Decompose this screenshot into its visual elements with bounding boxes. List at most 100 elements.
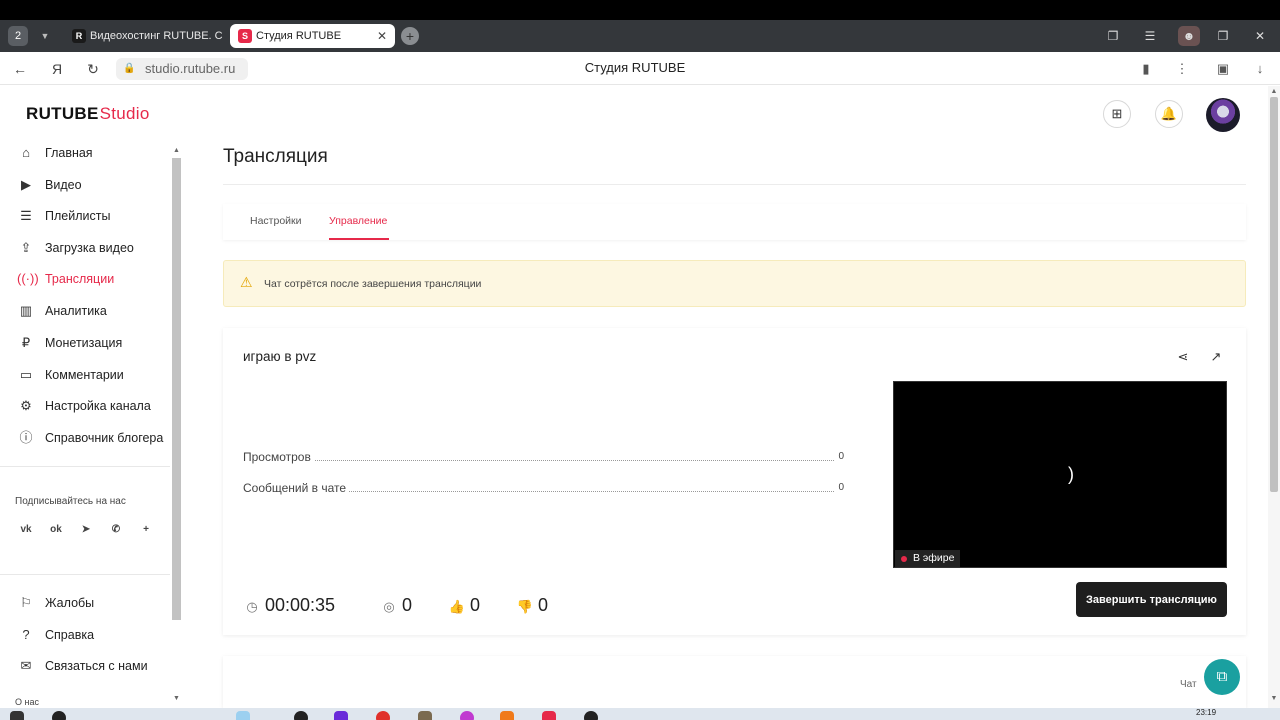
tab-settings[interactable]: Настройки <box>250 215 302 227</box>
active-tab-underline <box>329 238 389 240</box>
scroll-up-icon[interactable]: ▲ <box>1268 88 1280 95</box>
app-icon[interactable] <box>500 711 514 720</box>
logo-main: RUTUBE <box>26 104 99 123</box>
sidebar-item-label: Аналитика <box>45 304 107 318</box>
flag-icon: ⚐ <box>20 595 32 610</box>
thumbs-down-icon: 👎 <box>516 599 534 614</box>
download-icon[interactable]: ↓ <box>1249 58 1271 80</box>
scroll-down-icon[interactable]: ▼ <box>171 695 182 702</box>
sidebar-item-analytics[interactable]: ▥ Аналитика <box>0 299 170 323</box>
stat-views: Просмотров 0 <box>243 450 844 466</box>
likes-value: 0 <box>470 595 481 615</box>
sidebar-item-label: Видео <box>45 178 82 192</box>
sidebar-item-label: Загрузка видео <box>45 241 134 255</box>
sidebar-item-home[interactable]: ⌂ Главная <box>0 141 170 165</box>
vk-icon[interactable]: vk <box>17 521 35 539</box>
sidebar-item-complaints[interactable]: ⚐ Жалобы <box>0 591 170 615</box>
sidebar-item-broadcasts[interactable]: ((·)) Трансляции <box>0 267 170 291</box>
sidebar-item-help[interactable]: ? Справка <box>0 623 170 647</box>
more-icon[interactable]: ⋮ <box>1171 58 1193 80</box>
sidebar-scroll-thumb[interactable] <box>172 158 181 620</box>
sidebar-item-label: Комментарии <box>45 368 124 382</box>
profile-icon[interactable]: ☻ <box>1178 26 1200 46</box>
reload-icon[interactable]: ↻ <box>82 58 104 80</box>
sidebar-item-monetization[interactable]: ₽ Монетизация <box>0 331 170 355</box>
title-divider <box>223 184 1246 185</box>
end-stream-button[interactable]: Завершить трансляцию <box>1076 582 1227 617</box>
chat-support-button[interactable]: ⧉ <box>1204 659 1240 695</box>
tab-counter[interactable]: 2 <box>8 26 28 46</box>
notifications-bell-icon[interactable]: 🔔 <box>1155 100 1183 128</box>
chevron-down-icon[interactable]: ▼ <box>36 26 54 46</box>
app-icon[interactable] <box>460 711 474 720</box>
studio-favicon-icon: S <box>238 29 252 43</box>
create-button[interactable]: ⊞ <box>1103 100 1131 128</box>
browser-tab-rutube[interactable]: R Видеохостинг RUTUBE. С <box>64 24 224 48</box>
bookmarks-icon[interactable]: ❐ <box>1102 26 1124 46</box>
sidebar-item-channel-settings[interactable]: ⚙ Настройка канала <box>0 394 170 418</box>
user-avatar[interactable] <box>1206 98 1240 132</box>
new-tab-button[interactable]: + <box>401 27 419 45</box>
sidebar-item-playlists[interactable]: ☰ Плейлисты <box>0 204 170 228</box>
bookmark-icon[interactable]: ▮ <box>1135 58 1157 80</box>
sidebar-item-upload[interactable]: ⇪ Загрузка видео <box>0 236 170 260</box>
rutube-studio-logo[interactable]: RUTUBEStudio <box>26 104 150 124</box>
telegram-icon[interactable]: ➤ <box>77 521 95 539</box>
sidebar-item-label: Жалобы <box>45 596 95 610</box>
sidebar-item-label: Настройка канала <box>45 399 151 413</box>
analytics-icon: ▥ <box>19 303 33 318</box>
scroll-up-icon[interactable]: ▲ <box>171 147 182 154</box>
os-taskbar: 23:19 <box>0 708 1280 720</box>
menu-icon[interactable]: ☰ <box>1139 26 1161 46</box>
page-scroll-thumb[interactable] <box>1270 97 1278 492</box>
sidebar-item-video[interactable]: ▶ Видео <box>0 173 170 197</box>
stat-chat-messages: Сообщений в чате 0 <box>243 481 844 497</box>
clock-icon: ◷ <box>246 599 258 614</box>
ok-icon[interactable]: ok <box>47 521 65 539</box>
stat-value: 0 <box>835 482 844 493</box>
stream-viewers: ◎ 0 <box>380 592 412 618</box>
app-icon[interactable] <box>236 711 250 720</box>
browser-taskbar-icon[interactable] <box>542 711 556 720</box>
url-field[interactable]: 🔒 studio.rutube.ru <box>116 58 248 80</box>
user-icon: ◎ <box>383 599 395 614</box>
app-icon[interactable] <box>294 711 308 720</box>
start-icon[interactable] <box>10 711 24 720</box>
sidebar-item-label: Плейлисты <box>45 209 111 223</box>
sidebar-item-blogger-guide[interactable]: ⓘ Справочник блогера <box>0 426 170 450</box>
sidebar-item-contact[interactable]: ✉ Связаться с нами <box>0 654 170 678</box>
restore-icon[interactable]: ❐ <box>1212 26 1234 46</box>
app-icon[interactable] <box>418 711 432 720</box>
plus-icon[interactable]: + <box>137 521 155 539</box>
scroll-down-icon[interactable]: ▼ <box>1268 695 1280 702</box>
comment-icon: ▭ <box>19 367 33 382</box>
sidebar-toggle-icon[interactable]: ▣ <box>1212 58 1234 80</box>
sidebar-item-label: Связаться с нами <box>45 659 148 673</box>
browser-tab-studio[interactable]: S Студия RUTUBE ✕ <box>230 24 395 48</box>
mail-icon: ✉ <box>20 658 32 673</box>
external-link-icon[interactable]: ↗ <box>1207 348 1225 366</box>
chat-card: Чат <box>223 656 1246 708</box>
app-icon[interactable] <box>584 711 598 720</box>
stat-value: 0 <box>835 451 844 462</box>
stream-card: играю в pvz ⋖ ↗ Просмотров 0 Сообщений в… <box>223 328 1246 635</box>
about-link[interactable]: О нас <box>15 697 39 707</box>
app-icon[interactable] <box>376 711 390 720</box>
video-player[interactable]: ) В эфире <box>893 381 1227 568</box>
share-icon[interactable]: ⋖ <box>1174 348 1192 366</box>
sidebar-divider <box>0 574 170 575</box>
close-window-icon[interactable]: ✕ <box>1249 26 1271 46</box>
back-icon[interactable]: ← <box>9 58 31 80</box>
app-icon[interactable] <box>334 711 348 720</box>
thumbs-up-icon: 👍 <box>448 599 466 614</box>
sidebar-item-comments[interactable]: ▭ Комментарии <box>0 363 170 387</box>
chat-warning-banner: ⚠ Чат сотрётся после завершения трансляц… <box>223 260 1246 307</box>
search-icon[interactable] <box>52 711 66 720</box>
yandex-icon[interactable]: Я <box>46 58 68 80</box>
stream-name: играю в pvz <box>243 349 317 364</box>
sidebar-item-label: Справка <box>45 628 95 642</box>
upload-icon: ⇪ <box>20 240 32 255</box>
close-icon[interactable]: ✕ <box>377 24 387 48</box>
tab-management[interactable]: Управление <box>329 215 387 227</box>
viber-icon[interactable]: ✆ <box>107 521 125 539</box>
